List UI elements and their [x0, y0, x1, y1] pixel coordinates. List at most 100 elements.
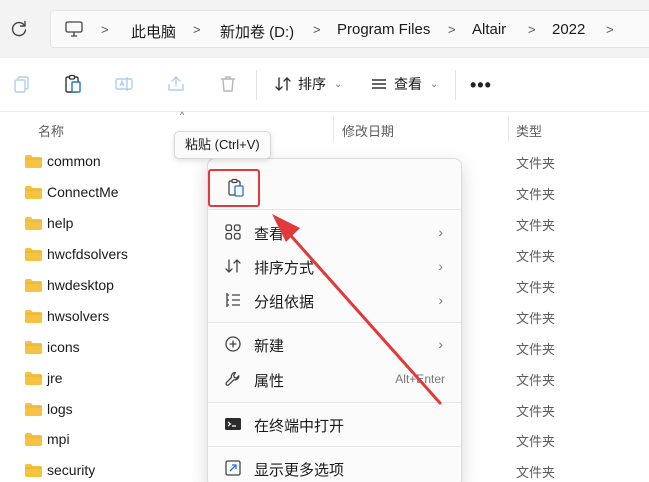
menu-item-label: 排序方式 — [254, 260, 315, 277]
folder-icon — [25, 248, 42, 261]
file-type: 文件夹 — [516, 280, 556, 295]
view-button[interactable]: 查看 ⌄ — [370, 73, 438, 95]
file-type: 文件夹 — [516, 434, 556, 449]
refresh-icon[interactable] — [10, 20, 28, 38]
paste-highlight-box — [208, 169, 260, 207]
paste-icon[interactable] — [63, 74, 83, 94]
column-divider[interactable] — [333, 116, 334, 142]
chevron-right-icon: › — [438, 258, 443, 274]
terminal-icon — [225, 418, 241, 430]
menu-item-label: 显示更多选项 — [254, 462, 345, 479]
menu-item-group-by[interactable]: 分组依据 › — [208, 283, 461, 317]
file-name: hwsolvers — [47, 308, 110, 324]
folder-icon — [25, 464, 42, 477]
file-name: jre — [47, 370, 63, 386]
paste-tooltip: 粘贴 (Ctrl+V) — [174, 131, 271, 159]
file-type: 文件夹 — [516, 311, 556, 326]
menu-item-show-more-options[interactable]: 显示更多选项 — [208, 451, 461, 482]
chevron-right-icon: > — [101, 22, 109, 37]
folder-icon — [25, 155, 42, 168]
menu-item-label: 在终端中打开 — [254, 418, 345, 435]
delete-icon[interactable] — [218, 74, 238, 94]
folder-icon — [25, 433, 42, 446]
toolbar-divider — [256, 70, 257, 100]
column-header-name[interactable]: 名称 — [38, 121, 64, 140]
menu-item-sort-by[interactable]: 排序方式 › — [208, 249, 461, 283]
context-menu-quick-actions — [208, 159, 461, 210]
chevron-right-icon: > — [606, 22, 614, 37]
folder-icon — [25, 310, 42, 323]
column-header-modified[interactable]: 修改日期 — [342, 121, 394, 140]
menu-divider — [208, 446, 461, 447]
file-name: ConnectMe — [47, 184, 119, 200]
file-type: 文件夹 — [516, 404, 556, 419]
file-type: 文件夹 — [516, 342, 556, 357]
computer-icon — [65, 21, 83, 37]
breadcrumb-drive-d[interactable]: 新加卷 (D:) — [220, 21, 294, 42]
folder-icon — [25, 341, 42, 354]
breadcrumb-this-pc[interactable]: 此电脑 — [131, 21, 176, 42]
file-type: 文件夹 — [516, 156, 556, 171]
chevron-right-icon: > — [313, 22, 321, 37]
share-icon[interactable] — [166, 74, 186, 94]
menu-item-view[interactable]: 查看 › — [208, 215, 461, 249]
sort-ascending-icon: ^ — [180, 110, 185, 120]
sort-button[interactable]: 排序 ⌄ — [274, 73, 342, 95]
more-options-button[interactable]: ••• — [470, 75, 492, 96]
folder-icon — [25, 186, 42, 199]
shortcut-hint: Alt+Enter — [395, 372, 445, 386]
file-type: 文件夹 — [516, 249, 556, 264]
menu-item-label: 查看 — [254, 226, 285, 243]
chevron-right-icon: > — [448, 22, 456, 37]
sort-icon — [275, 77, 291, 91]
grid-icon — [225, 224, 241, 240]
sort-label: 排序 — [298, 76, 326, 92]
menu-item-properties[interactable]: 属性 Alt+Enter — [208, 362, 461, 396]
breadcrumb-program-files[interactable]: Program Files — [337, 21, 430, 38]
chevron-down-icon: ⌄ — [430, 78, 439, 90]
chevron-right-icon: › — [438, 336, 443, 352]
menu-divider — [208, 322, 461, 323]
chevron-right-icon: › — [438, 292, 443, 308]
menu-item-new[interactable]: 新建 › — [208, 327, 461, 361]
rename-icon[interactable] — [114, 74, 134, 94]
group-icon — [226, 293, 240, 307]
sort-icon — [225, 259, 241, 273]
context-menu: 查看 › 排序方式 › 分组依据 › 新建 › 属性 Alt+Enter 在终端… — [207, 158, 462, 482]
column-header-type[interactable]: 类型 — [516, 121, 542, 140]
breadcrumb-2022[interactable]: 2022 — [552, 21, 585, 38]
folder-icon — [25, 403, 42, 416]
folder-icon — [25, 217, 42, 230]
plus-circle-icon — [225, 336, 241, 352]
address-row: > 此电脑 > 新加卷 (D:) > Program Files > Altai… — [0, 0, 649, 58]
menu-item-label: 分组依据 — [254, 294, 315, 311]
column-divider[interactable] — [508, 116, 509, 142]
file-name: icons — [47, 339, 80, 355]
breadcrumb-altair[interactable]: Altair — [472, 21, 506, 38]
paste-icon[interactable] — [227, 178, 245, 198]
address-bar[interactable]: > 此电脑 > 新加卷 (D:) > Program Files > Altai… — [50, 10, 649, 48]
command-bar: 排序 ⌄ 查看 ⌄ ••• — [0, 58, 649, 112]
file-type: 文件夹 — [516, 373, 556, 388]
menu-item-label: 新建 — [254, 338, 285, 355]
file-type: 文件夹 — [516, 465, 556, 480]
expand-icon — [225, 460, 241, 476]
file-name: common — [47, 153, 101, 169]
chevron-right-icon: › — [438, 224, 443, 240]
file-name: help — [47, 215, 74, 231]
file-type: 文件夹 — [516, 187, 556, 202]
menu-item-label: 属性 — [254, 373, 285, 390]
menu-item-open-terminal[interactable]: 在终端中打开 — [208, 407, 461, 441]
toolbar-divider — [455, 70, 456, 100]
file-name: mpi — [47, 431, 70, 447]
file-type: 文件夹 — [516, 218, 556, 233]
menu-divider — [208, 402, 461, 403]
view-label: 查看 — [394, 76, 422, 92]
copy-icon[interactable] — [12, 74, 32, 94]
folder-icon — [25, 279, 42, 292]
file-name: logs — [47, 401, 73, 417]
list-view-icon — [372, 79, 386, 89]
file-name: hwcfdsolvers — [47, 246, 128, 262]
chevron-down-icon: ⌄ — [334, 78, 343, 90]
chevron-right-icon: > — [193, 22, 201, 37]
